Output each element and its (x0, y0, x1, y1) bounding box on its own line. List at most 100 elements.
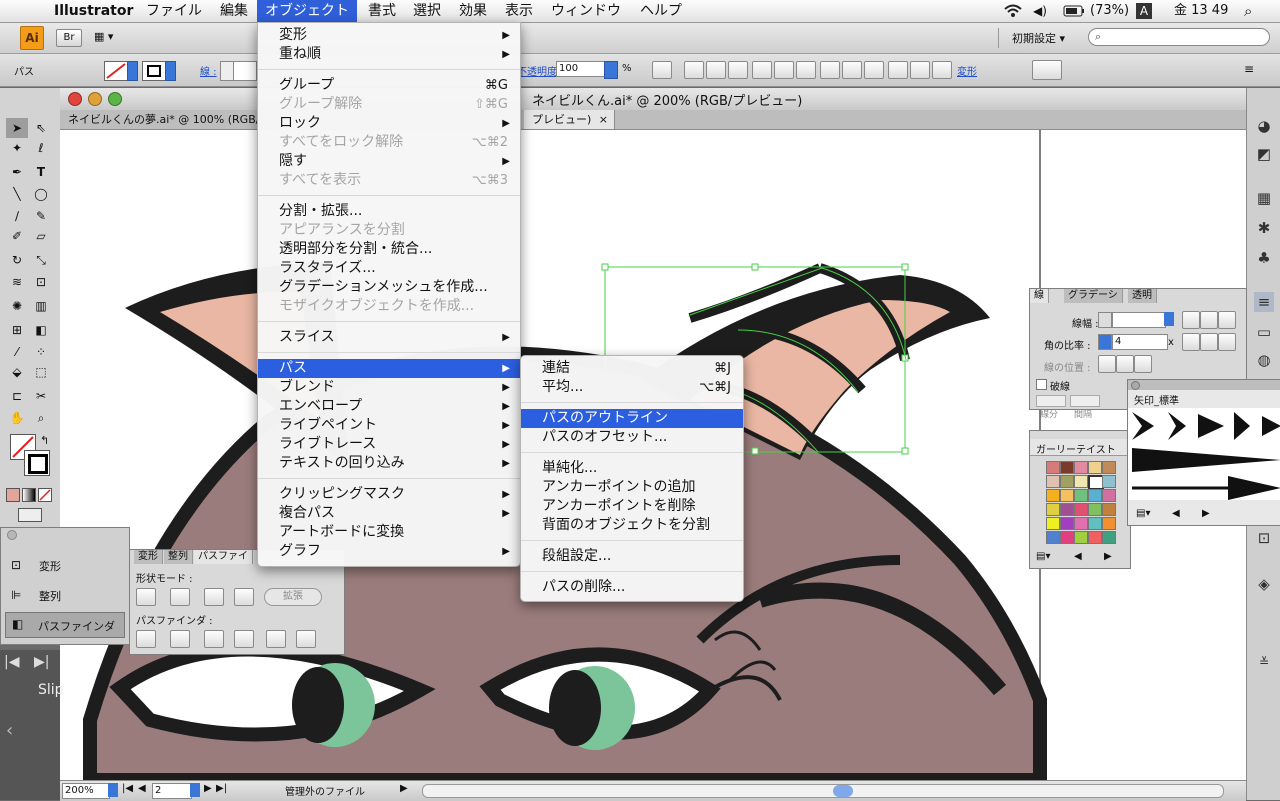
object-menu-item-23[interactable]: ライブトレース ▶ (258, 435, 520, 454)
clock[interactable]: 金 13 49 (1174, 0, 1228, 22)
swatch[interactable] (1060, 475, 1074, 488)
swatch[interactable] (1074, 489, 1088, 502)
align-left-button[interactable] (684, 61, 704, 79)
path-menu-item-3[interactable]: パスのアウトライン (521, 409, 743, 428)
path-menu-item-11[interactable]: 段組設定... (521, 547, 743, 566)
transform-link[interactable]: 変形 (957, 63, 977, 78)
swatch[interactable] (1102, 461, 1116, 474)
tab-gradient[interactable]: グラデーシ (1064, 289, 1123, 303)
tab-pathfinder[interactable]: パスファイ (194, 550, 253, 564)
stroke-weight-stepper[interactable] (1098, 312, 1112, 328)
symbols-icon[interactable]: ♣ (1254, 248, 1274, 268)
align-panel-icon[interactable]: ⊫ (11, 588, 21, 602)
status-menu-arrow[interactable]: ▶ (400, 783, 408, 794)
swatch[interactable] (1046, 503, 1060, 516)
align-outside-stroke-button[interactable] (1134, 355, 1152, 373)
divide-button[interactable] (136, 630, 156, 648)
swatch[interactable] (1060, 517, 1074, 530)
hand-tool-icon[interactable]: ✋ (6, 408, 28, 428)
object-menu-item-26[interactable]: クリッピングマスク ▶ (258, 485, 520, 504)
layers-icon[interactable]: ◈ (1254, 574, 1274, 594)
fill-dropdown[interactable] (127, 61, 138, 81)
unite-button[interactable] (136, 588, 156, 606)
object-menu-item-28[interactable]: アートボードに変換 (258, 523, 520, 542)
swatch[interactable] (1046, 489, 1060, 502)
transform-panel-icon[interactable]: ⊡ (11, 558, 21, 572)
minus-back-button[interactable] (296, 630, 316, 648)
swatch[interactable] (1102, 503, 1116, 516)
object-menu-item-7[interactable]: 隠す ▶ (258, 152, 520, 171)
input-mode-indicator[interactable]: A (1136, 3, 1152, 19)
align-right-button[interactable] (728, 61, 748, 79)
distribute-bottom-button[interactable] (864, 61, 884, 79)
symbol-sprayer-tool-icon[interactable]: ✺ (6, 296, 28, 316)
stroke-weight-field[interactable] (233, 61, 257, 81)
slice-tool-icon[interactable]: ✂ (30, 386, 52, 406)
paintbrush-tool-icon[interactable]: ∕ (6, 206, 28, 226)
align-top-button[interactable] (752, 61, 772, 79)
swatch[interactable] (1088, 517, 1102, 530)
object-menu-item-20[interactable]: ブレンド ▶ (258, 378, 520, 397)
join-bevel-button[interactable] (1218, 333, 1236, 351)
tab-navyle-dream[interactable]: ネイビルくんの夢.ai* @ 100% (RGB/ (60, 110, 269, 129)
path-menu-item-4[interactable]: パスのオフセット... (521, 428, 743, 447)
panel-close-button[interactable] (7, 530, 17, 540)
swatch[interactable] (1046, 461, 1060, 474)
brush-library-menu-icon[interactable]: ▤▾ (1136, 508, 1150, 519)
brushes-icon[interactable]: ✱ (1254, 218, 1274, 238)
isolate-group-button[interactable] (1032, 60, 1062, 80)
swatch[interactable] (1074, 461, 1088, 474)
stroke-weight-stepper[interactable] (220, 61, 234, 81)
pathfinder-panel-item[interactable]: ◧ パスファインダ (5, 612, 125, 638)
gradient-tool-icon[interactable]: ◧ (30, 320, 52, 340)
last-artboard-button[interactable]: ▶| (216, 783, 227, 794)
swatch[interactable] (1088, 531, 1102, 544)
tab-transparency[interactable]: 透明 (1128, 289, 1157, 303)
swatches-icon[interactable]: ▦ (1254, 188, 1274, 208)
live-paint-selection-tool-icon[interactable]: ⬚ (30, 362, 52, 382)
cap-butt-button[interactable] (1182, 311, 1200, 329)
menu-view[interactable]: 表示 (497, 0, 541, 22)
swatch[interactable] (1060, 489, 1074, 502)
previous-brush-library-icon[interactable]: ◀ (1172, 508, 1180, 519)
object-menu-item-24[interactable]: テキストの回り込み ▶ (258, 454, 520, 473)
cap-round-button[interactable] (1200, 311, 1218, 329)
join-miter-button[interactable] (1182, 333, 1200, 351)
panel-menu-icon[interactable]: ≡ (1244, 62, 1254, 76)
distribute-vcenter-button[interactable] (842, 61, 862, 79)
artboard-dropdown[interactable] (190, 783, 200, 797)
path-menu-item-7[interactable]: アンカーポイントの追加 (521, 478, 743, 497)
gap-1-field[interactable] (1070, 395, 1100, 407)
distribute-top-button[interactable] (820, 61, 840, 79)
lasso-tool-icon[interactable]: ℓ (30, 138, 52, 158)
object-menu-item-3[interactable]: グループ ⌘G (258, 76, 520, 95)
tab-align[interactable]: 整列 (164, 550, 193, 564)
menu-window[interactable]: ウィンドウ (543, 0, 629, 22)
artboard-tool-icon[interactable]: ⊏ (6, 386, 28, 406)
swap-colors-icon[interactable]: ↰ (40, 434, 49, 447)
swatch[interactable] (1074, 475, 1088, 488)
merge-button[interactable] (204, 630, 224, 648)
swatch[interactable] (1074, 517, 1088, 530)
horizontal-scrollbar[interactable] (422, 784, 1224, 798)
swatch[interactable] (1088, 461, 1102, 474)
stroke-panel-icon[interactable]: ≡ (1254, 292, 1274, 312)
previous-artboard-button[interactable]: ◀ (138, 783, 146, 794)
arrow-brushes[interactable] (1128, 408, 1280, 500)
eyedropper-tool-icon[interactable]: ⁄ (6, 342, 28, 362)
menu-edit[interactable]: 編集 (212, 0, 256, 22)
color-mode-icon[interactable] (6, 488, 20, 502)
swatch[interactable] (1060, 461, 1074, 474)
close-tab-icon[interactable]: × (599, 110, 608, 129)
zoom-dropdown[interactable] (108, 783, 118, 797)
cap-square-button[interactable] (1218, 311, 1236, 329)
swatch-library-tab[interactable]: ガーリーテイスト (1030, 439, 1130, 456)
swatch[interactable] (1074, 531, 1088, 544)
object-menu-item-12[interactable]: 透明部分を分割・統合... (258, 240, 520, 259)
menu-app-illustrator[interactable]: Illustrator (46, 0, 141, 22)
previous-library-icon[interactable]: ◀ (1074, 551, 1082, 562)
zoom-tool-icon[interactable]: ⌕ (30, 408, 52, 428)
eraser-tool-icon[interactable]: ▱ (30, 226, 52, 246)
tab-stroke[interactable]: 線 (1030, 289, 1049, 303)
align-to-button[interactable] (652, 61, 672, 79)
